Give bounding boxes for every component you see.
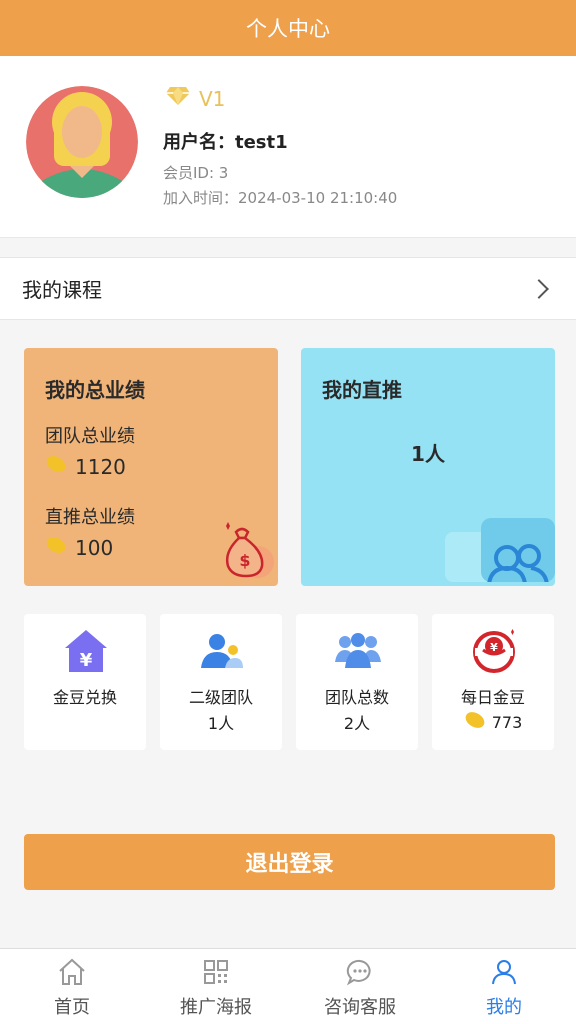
performance-title: 我的总业绩 bbox=[45, 378, 145, 402]
vip-level-badge: V1 bbox=[165, 86, 225, 111]
svg-text:¥: ¥ bbox=[80, 650, 93, 671]
svg-text:¥: ¥ bbox=[490, 641, 498, 654]
team-group-icon bbox=[335, 628, 381, 674]
team-members-icon bbox=[445, 514, 555, 586]
member-id: 会员ID: 3 bbox=[163, 164, 229, 182]
grid-label: 金豆兑换 bbox=[52, 688, 117, 707]
tab-home[interactable]: 首页 bbox=[0, 949, 144, 1024]
user-icon bbox=[489, 957, 519, 991]
team-total[interactable]: 团队总数 2人 bbox=[296, 614, 418, 750]
tab-poster[interactable]: 推广海报 bbox=[144, 949, 288, 1024]
chevron-right-icon bbox=[529, 278, 549, 299]
tab-label: 我的 bbox=[486, 997, 522, 1018]
username: 用户名：test1 bbox=[163, 132, 288, 153]
gold-bean-exchange[interactable]: ¥ 金豆兑换 bbox=[24, 614, 146, 750]
direct-title: 我的直推 bbox=[322, 378, 402, 402]
tab-label: 推广海报 bbox=[180, 997, 252, 1018]
gold-bean-icon bbox=[45, 535, 67, 560]
team-performance-label: 团队总业绩 bbox=[45, 426, 135, 447]
tab-label: 首页 bbox=[54, 997, 90, 1018]
logout-button[interactable]: 退出登录 bbox=[24, 834, 555, 890]
direct-count: 1人 bbox=[411, 442, 445, 466]
total-performance-card[interactable]: 我的总业绩 团队总业绩 1120 直推总业绩 100 $ bbox=[24, 348, 278, 586]
profile-card: V1 用户名：test1 会员ID: 3 加入时间：2024-03-10 21:… bbox=[0, 56, 576, 238]
second-level-team[interactable]: 二级团队 1人 bbox=[160, 614, 282, 750]
my-direct-card[interactable]: 我的直推 1人 bbox=[301, 348, 555, 586]
page-title: 个人中心 bbox=[246, 17, 330, 41]
bottom-tab-bar: 首页 推广海报 咨询客服 我的 bbox=[0, 948, 576, 1024]
money-bag-icon: $ bbox=[218, 518, 276, 584]
team-performance-value: 1120 bbox=[45, 454, 126, 479]
direct-performance-value: 100 bbox=[45, 535, 113, 560]
grid-label: 二级团队 bbox=[188, 688, 253, 707]
grid-label: 每日金豆 bbox=[460, 688, 525, 707]
svg-text:$: $ bbox=[239, 551, 250, 570]
diamond-icon bbox=[165, 86, 191, 111]
grid-value: 2人 bbox=[343, 714, 371, 733]
vip-level: V1 bbox=[199, 86, 226, 111]
gold-bean-icon bbox=[45, 454, 67, 479]
coin-bag-icon: ¥ bbox=[471, 628, 517, 674]
my-courses-row[interactable]: 我的课程 bbox=[0, 257, 576, 320]
direct-performance-label: 直推总业绩 bbox=[45, 507, 135, 528]
qrcode-icon bbox=[201, 957, 231, 991]
grid-value: 1人 bbox=[207, 714, 235, 733]
chat-icon bbox=[345, 957, 375, 991]
tab-label: 咨询客服 bbox=[324, 997, 396, 1018]
gold-bean-icon bbox=[464, 710, 486, 734]
grid-label: 团队总数 bbox=[324, 688, 389, 707]
tab-mine[interactable]: 我的 bbox=[432, 949, 576, 1024]
avatar[interactable] bbox=[26, 86, 138, 198]
tab-customer-service[interactable]: 咨询客服 bbox=[288, 949, 432, 1024]
daily-gold-beans[interactable]: ¥ 每日金豆 773 bbox=[432, 614, 554, 750]
my-courses-label: 我的课程 bbox=[22, 278, 102, 302]
exchange-house-icon: ¥ bbox=[63, 628, 109, 674]
grid-value: 773 bbox=[432, 710, 554, 734]
team-user-icon bbox=[199, 628, 245, 674]
home-icon bbox=[57, 957, 87, 991]
page-header: 个人中心 bbox=[0, 0, 576, 56]
join-time: 加入时间：2024-03-10 21:10:40 bbox=[163, 189, 398, 207]
